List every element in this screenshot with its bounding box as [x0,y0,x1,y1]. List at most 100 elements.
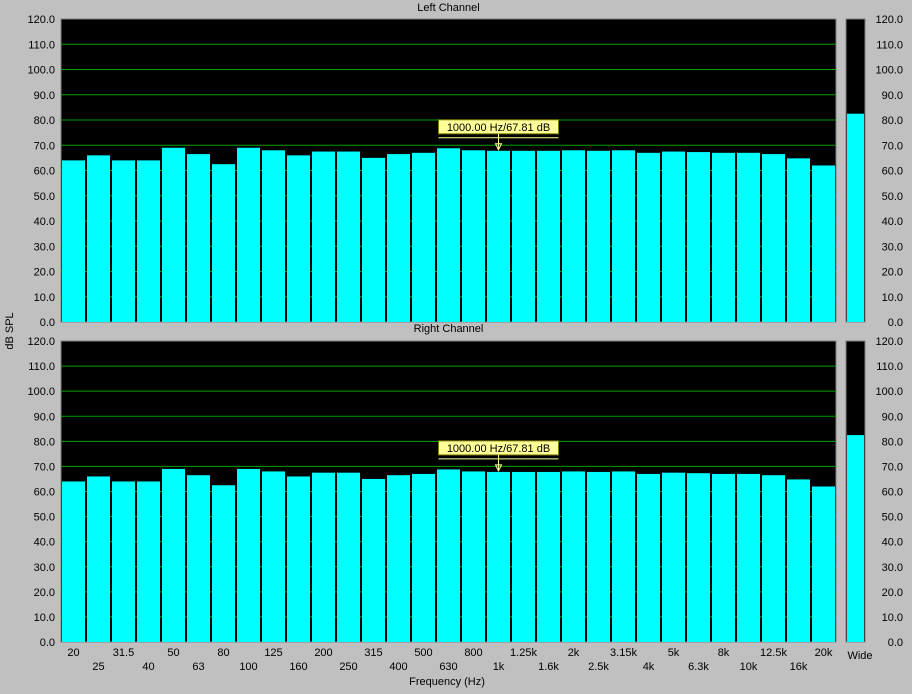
x-tick-label: 315 [364,647,382,659]
x-tick-label: 6.3k [688,661,709,673]
bar-20 [62,160,85,322]
y-tick-label: 0.0 [40,317,55,329]
y-tick-label: 20.0 [34,267,55,279]
bar-25 [87,476,110,642]
x-tick-label: 2k [568,647,580,659]
y-tick-label: 110.0 [28,361,55,373]
y-tick-label: 20.0 [34,587,55,599]
bar-1k [487,471,510,642]
bar-250 [337,472,360,642]
bar-63 [187,154,210,322]
wide-tick-label: 70.0 [882,461,903,473]
panel-left-channel: Left Channel 0.0 0.0 10.0 10.0 20.0 20.0 30.0 30… [27,2,903,329]
bar-315 [362,157,385,322]
x-tick-label: 400 [389,661,407,673]
wide-tick-label: 30.0 [882,562,903,574]
x-tick-label: 160 [289,661,307,673]
x-tick-label: 100 [239,661,257,673]
bar-40 [137,481,160,642]
bar-125 [262,150,285,322]
bar-1k [487,150,510,322]
y-tick-label: 30.0 [34,562,55,574]
y-tick-label: 80.0 [34,436,55,448]
y-axis-label: dB SPL [4,312,16,349]
spectrum-chart: dB SPL Frequency (Hz) Wide Left Channel 0… [4,2,903,688]
bar-50 [162,468,185,642]
y-tick-label: 40.0 [34,537,55,549]
marker-label: 1000.00 Hz/67.81 dB [447,443,550,455]
x-tick-label: 1.6k [538,661,559,673]
bar-4k [637,152,660,322]
y-tick-label: 70.0 [34,461,55,473]
bar-250 [337,151,360,322]
bar-31.5 [112,481,135,642]
wide-tick-label: 10.0 [882,612,903,624]
bar-80 [212,164,235,322]
bar-315 [362,478,385,642]
x-tick-label: 10k [740,661,758,673]
bar-8k [712,152,735,322]
bar-31.5 [112,160,135,322]
y-tick-label: 50.0 [34,191,55,203]
bar-160 [287,155,310,322]
bar-125 [262,471,285,642]
bar-16k [787,479,810,642]
bar-2k [562,150,585,322]
wide-tick-label: 40.0 [882,537,903,549]
y-tick-label: 120.0 [27,336,55,348]
x-tick-label: 31.5 [113,647,134,659]
x-tick-label: 630 [439,661,457,673]
y-tick-label: 110.0 [28,39,55,51]
bar-10k [737,473,760,642]
x-tick-label: 800 [464,647,482,659]
x-tick-label: 40 [142,661,154,673]
y-tick-label: 60.0 [34,166,55,178]
x-tick-label: 4k [643,661,655,673]
wide-meter-bar [847,435,864,642]
wide-tick-label: 0.0 [888,637,903,649]
bar-100 [237,468,260,642]
bar-20k [812,486,835,642]
x-tick-label: 250 [339,661,357,673]
x-tick-label: 5k [668,647,680,659]
panel-title: Left Channel [417,2,479,14]
wide-tick-label: 10.0 [882,292,903,304]
x-tick-label: 12.5k [760,647,787,659]
bar-1.6k [537,150,560,322]
y-tick-label: 80.0 [34,115,55,127]
bar-4k [637,473,660,642]
bar-5k [662,472,685,642]
bar-500 [412,152,435,322]
wide-tick-label: 20.0 [882,267,903,279]
bar-500 [412,473,435,642]
wide-tick-label: 100.0 [875,65,903,77]
wide-tick-label: 100.0 [875,386,903,398]
y-tick-label: 50.0 [34,512,55,524]
x-tick-label: 125 [264,647,282,659]
x-tick-label: 20k [815,647,833,659]
wide-tick-label: 20.0 [882,587,903,599]
wide-tick-label: 120.0 [875,336,903,348]
bar-1.6k [537,471,560,642]
wide-tick-label: 90.0 [882,411,903,423]
bar-2.5k [587,150,610,322]
y-tick-label: 100.0 [27,65,55,77]
bar-20 [62,481,85,642]
bar-160 [287,476,310,642]
wide-tick-label: 60.0 [882,487,903,499]
x-tick-label: 20 [67,647,79,659]
x-tick-label: 80 [217,647,229,659]
y-tick-label: 10.0 [34,612,55,624]
bar-16k [787,158,810,322]
wide-tick-label: 90.0 [882,90,903,102]
wide-tick-label: 80.0 [882,436,903,448]
y-tick-label: 30.0 [34,241,55,253]
wide-tick-label: 80.0 [882,115,903,127]
y-tick-label: 40.0 [34,216,55,228]
bar-5k [662,151,685,322]
y-tick-label: 70.0 [34,140,55,152]
wide-tick-label: 110.0 [876,361,903,373]
y-tick-label: 60.0 [34,487,55,499]
bar-40 [137,160,160,322]
wide-tick-label: 60.0 [882,166,903,178]
